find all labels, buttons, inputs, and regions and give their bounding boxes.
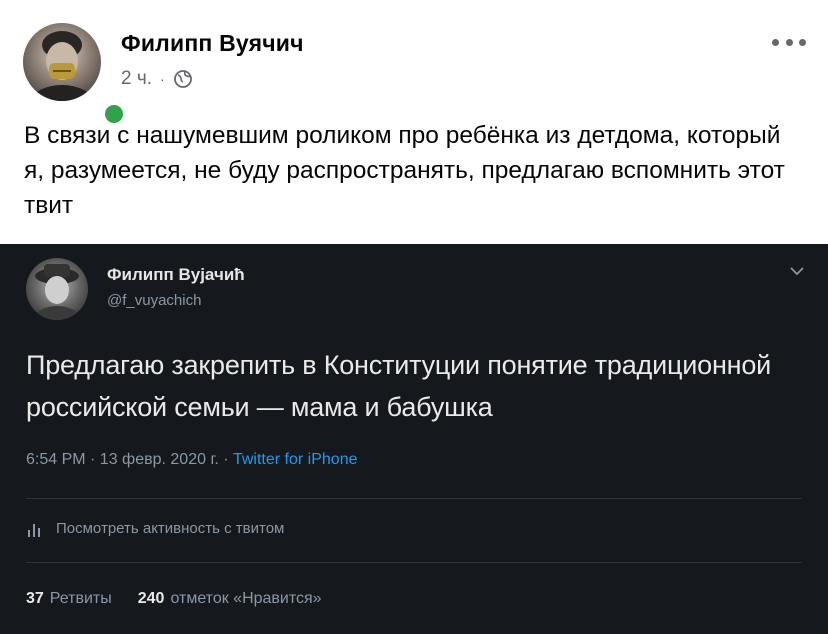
more-options-icon[interactable] — [772, 32, 806, 52]
tweet-stats: 37 Ретвиты 240 отметок «Нравится» — [26, 590, 322, 608]
retweets-count: 37 — [26, 590, 44, 607]
tweet-meta: 6:54 PM · 13 февр. 2020 г. · Twitter for… — [26, 451, 357, 469]
bar-chart-icon — [26, 521, 42, 537]
globe-icon[interactable] — [173, 69, 193, 89]
author-avatar[interactable] — [23, 23, 126, 126]
likes-label: отметок «Нравится» — [170, 590, 322, 607]
retweets-label: Ретвиты — [49, 590, 112, 607]
divider — [26, 498, 802, 499]
tweet-timestamp: 6:54 PM · 13 февр. 2020 г. · — [26, 451, 233, 468]
tweet-text: Предлагаю закрепить в Конституции поняти… — [26, 350, 772, 422]
post-text: В связи с нашумевшим роликом про ребёнка… — [24, 122, 785, 219]
avatar-image — [23, 23, 101, 101]
likes-count: 240 — [137, 590, 165, 607]
post-timestamp[interactable]: 2 ч. — [121, 68, 152, 90]
divider — [26, 562, 802, 563]
meta-separator: · — [160, 71, 165, 87]
embedded-tweet-image: Филипп Вујачић @f_vuyachich Предлагаю за… — [0, 244, 828, 634]
tweet-activity-label: Посмотреть активность с твитом — [56, 520, 285, 537]
facebook-post: Филипп Вуячич 2 ч. · В связи с нашумевши… — [0, 0, 828, 244]
tweet-source: Twitter for iPhone — [232, 451, 358, 468]
tweet-author-avatar — [26, 258, 88, 320]
post-meta: 2 ч. · — [121, 68, 193, 90]
post-author-name[interactable]: Филипп Вуячич — [121, 30, 304, 57]
tweet-author-name: Филипп Вујачић — [107, 265, 245, 284]
tweet-author-handle: @f_vuyachich — [107, 292, 202, 309]
chevron-down-icon — [788, 264, 806, 278]
tweet-activity-row: Посмотреть активность с твитом — [26, 520, 284, 537]
